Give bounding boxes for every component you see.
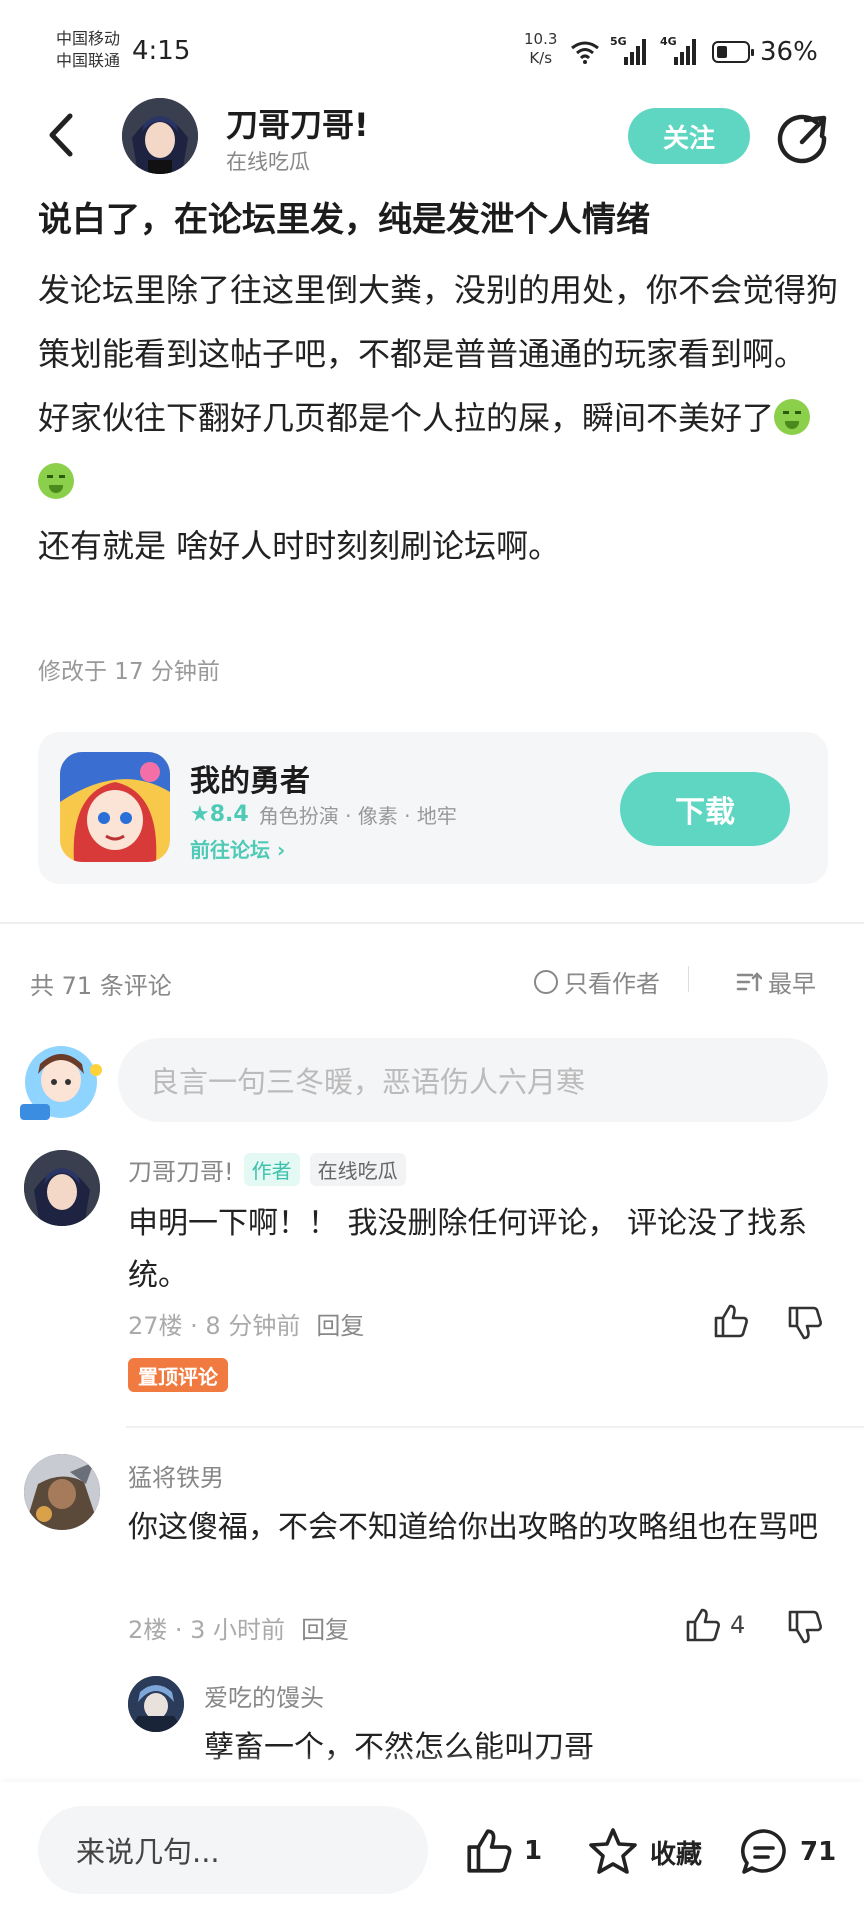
scroll-fade <box>0 1752 864 1782</box>
battery-percent: 36% <box>760 37 818 67</box>
game-rating: ★8.4 <box>190 802 249 827</box>
author-tag: 在线吃瓜 <box>226 150 310 174</box>
section-divider <box>0 922 864 924</box>
nauseated-emoji-icon <box>38 463 74 499</box>
game-rating-value: 8.4 <box>209 802 249 827</box>
reply-button[interactable]: 回复 <box>316 1306 364 1341</box>
post-title: 说白了，在论坛里发，纯是发泄个人情绪 <box>38 200 650 240</box>
game-meta: ★8.4 角色扮演 · 像素 · 地牢 <box>190 800 457 829</box>
comment-meta: 2楼 · 3 小时前 回复 <box>128 1610 349 1645</box>
thumb-up-icon[interactable] <box>684 1606 722 1644</box>
like-group[interactable]: 4 <box>684 1606 745 1644</box>
comment-icon <box>741 1829 786 1874</box>
thumb-down-icon[interactable] <box>786 1608 824 1646</box>
back-arrow-icon[interactable] <box>44 112 80 158</box>
post-body: 发论坛里除了往这里倒大粪，没别的用处，你不会觉得狗策划能看到这帖子吧，不都是普普… <box>38 258 838 578</box>
network-label-4g: 4G <box>660 35 677 48</box>
comment-floor-time: 27楼 · 8 分钟前 <box>128 1312 301 1340</box>
network-speed-unit: K/s <box>529 49 553 67</box>
reply-author-name[interactable]: 爱吃的馒头 <box>204 1678 324 1713</box>
thumb-down-icon[interactable] <box>786 1304 824 1342</box>
reply-avatar[interactable] <box>128 1676 184 1732</box>
wifi-icon <box>571 41 599 64</box>
sort-label: 最早 <box>768 970 816 998</box>
user-tag-badge: 在线吃瓜 <box>309 1153 406 1186</box>
pinned-comment-badge: 置顶评论 <box>128 1358 228 1392</box>
comments-count: 共 71 条评论 <box>30 972 172 1000</box>
forum-link[interactable]: 前往论坛 › <box>190 834 285 863</box>
game-name[interactable]: 我的勇者 <box>190 756 310 800</box>
post-like-count: 1 <box>524 1836 543 1866</box>
like-post-button[interactable]: 1 <box>464 1826 542 1876</box>
sort-icon <box>736 971 762 991</box>
author-avatar[interactable] <box>122 98 198 174</box>
signal-icon-5g: 5G <box>610 35 646 65</box>
share-icon[interactable] <box>776 112 830 166</box>
forum-link-label: 前往论坛 <box>190 838 270 862</box>
star-icon: ★ <box>190 802 210 827</box>
comment-floor-time: 2楼 · 3 小时前 <box>128 1616 286 1644</box>
chevron-right-icon: › <box>276 838 286 862</box>
post-paragraph-3: 还有就是 啥好人时时刻刻刷论坛啊。 <box>38 527 561 565</box>
game-icon[interactable] <box>60 752 170 862</box>
commenter-avatar[interactable] <box>24 1454 100 1530</box>
header-separator <box>688 966 689 992</box>
follow-button[interactable]: 关注 <box>628 108 750 164</box>
commenter-name[interactable]: 猛将铁男 <box>128 1458 224 1493</box>
thumb-up-icon <box>467 1829 512 1873</box>
comment-input[interactable]: 良言一句三冬暖，恶语伤人六月寒 <box>118 1038 828 1122</box>
commenter-name[interactable]: 刀哥刀哥! <box>128 1152 234 1187</box>
author-name[interactable]: 刀哥刀哥! <box>226 100 369 146</box>
reply-button[interactable]: 回复 <box>301 1610 349 1645</box>
post-paragraph-1: 发论坛里除了往这里倒大粪，没别的用处，你不会觉得狗策划能看到这帖子吧，不都是普普… <box>38 271 839 373</box>
signal-icon-4g: 4G <box>660 35 696 65</box>
comment-button[interactable]: 71 <box>738 1826 836 1878</box>
commenter-avatar[interactable] <box>24 1150 100 1226</box>
carrier-2: 中国联通 <box>56 51 121 70</box>
sort-toggle[interactable]: 最早 <box>736 964 816 999</box>
my-avatar[interactable] <box>16 1040 106 1124</box>
battery-icon <box>712 41 754 63</box>
nauseated-emoji-icon <box>774 399 811 435</box>
comment-text: 申明一下啊！！ 我没删除任何评论， 评论没了找系统。 <box>128 1206 808 1293</box>
carrier-names: 中国移动 中国联通 <box>56 28 120 72</box>
network-speed-value: 10.3 <box>524 30 558 48</box>
comment-header: 刀哥刀哥! 作者 在线吃瓜 <box>128 1152 406 1187</box>
network-speed: 10.3 K/s <box>524 30 557 68</box>
author-only-label: 只看作者 <box>564 970 660 998</box>
comment-divider <box>126 1426 864 1428</box>
bottom-comment-input[interactable]: 来说几句... <box>38 1806 428 1894</box>
game-tags: 角色扮演 · 像素 · 地牢 <box>258 804 457 828</box>
comment-text: 你这傻福，不会不知道给你出攻略的攻略组也在骂吧 <box>128 1510 818 1545</box>
author-only-toggle[interactable]: 只看作者 <box>534 964 660 999</box>
post-paragraph-2-text: 好家伙往下翻好几页都是个人拉的屎，瞬间不美好了 <box>38 399 775 437</box>
author-badge: 作者 <box>243 1153 300 1186</box>
thumb-up-icon[interactable] <box>712 1302 750 1340</box>
like-count: 4 <box>730 1611 746 1639</box>
favorite-star-icon <box>589 1828 637 1874</box>
network-label-5g: 5G <box>610 35 627 48</box>
edited-time: 修改于 17 分钟前 <box>38 659 220 685</box>
status-icons: 5G 4G 36% <box>570 35 818 68</box>
favorite-label: 收藏 <box>650 1839 703 1870</box>
download-button[interactable]: 下载 <box>620 772 790 846</box>
circle-icon <box>534 969 558 994</box>
favorite-button[interactable]: 收藏 <box>586 1826 702 1878</box>
post-comment-count: 71 <box>800 1837 837 1867</box>
status-time: 4:15 <box>132 36 191 66</box>
carrier-1: 中国移动 <box>56 29 121 48</box>
post-paragraph-2: 好家伙往下翻好几页都是个人拉的屎，瞬间不美好了 <box>38 386 838 514</box>
comment-meta: 27楼 · 8 分钟前 回复 <box>128 1306 364 1341</box>
